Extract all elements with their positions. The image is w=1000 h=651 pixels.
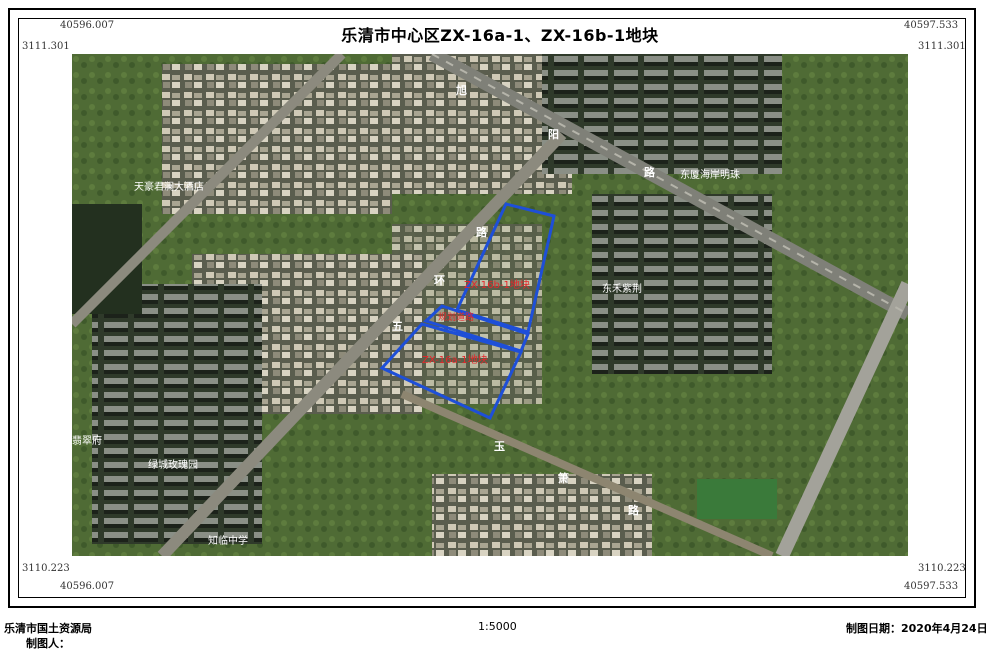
label-yu: 玉 (494, 440, 505, 453)
label-lu-xuyang: 路 (644, 166, 655, 179)
coord-bottom-left-x: 40596.007 (60, 581, 115, 592)
coord-bottom-right-y: 3110.223 (918, 563, 966, 574)
footer-agency: 乐清市国土资源局 (4, 622, 92, 635)
label-donghai-mingzhu: 东厦海岸明珠 (680, 170, 740, 181)
satellite-map-svg (72, 54, 908, 556)
label-lu-yuxiao: 路 (628, 504, 639, 517)
footer-scale: 1:5000 (478, 620, 517, 633)
footer-date: 制图日期：2020年4月24日 (846, 622, 988, 635)
map-title: 乐清市中心区ZX-16a-1、ZX-16b-1地块 (341, 26, 659, 45)
label-wu: 五 (392, 320, 403, 333)
coord-bottom-right-x: 40597.533 (904, 581, 959, 592)
label-xiao: 箫 (558, 472, 569, 485)
coord-bottom-left-y: 3110.223 (22, 563, 70, 574)
coord-top-left-x: 40596.007 (60, 20, 115, 31)
label-parcel-a: ZX-16a-1地块 (422, 355, 488, 366)
footer-maker: 制图人： (26, 637, 70, 650)
label-lu-wuhuan: 路 (476, 226, 487, 239)
label-lvcheng-meigui: 绿城玫瑰园 (148, 460, 198, 471)
label-yang: 阳 (548, 128, 559, 141)
block-southwest (92, 284, 262, 544)
label-donghe-zijing: 东禾紫荆 (602, 284, 642, 295)
label-parcel-b: ZX-16b-1地块 (464, 280, 530, 291)
coord-top-right-y: 3111.301 (918, 41, 966, 52)
label-tianhao-hotel: 天豪君澜大酒店 (134, 182, 204, 193)
coord-top-left-y: 3111.301 (22, 41, 70, 52)
block-northeast (542, 54, 782, 174)
label-zhilin-school: 知临中学 (208, 536, 248, 547)
label-xu: 旭 (456, 84, 467, 97)
sports-field (697, 479, 777, 519)
satellite-map[interactable]: 旭 阳 路 路 环 五 玉 箫 路 天豪君澜大酒店 东厦海岸明珠 东禾紫荆 翡翠… (72, 54, 908, 556)
label-feicui-fu: 翡翠府 (72, 436, 102, 447)
label-huan: 环 (434, 274, 445, 287)
label-parcel-mid: 规划道路 (438, 313, 475, 323)
coord-top-right-x: 40597.533 (904, 20, 959, 31)
